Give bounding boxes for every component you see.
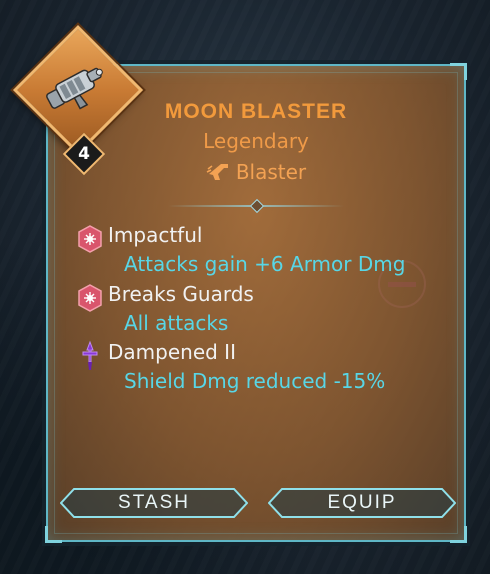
- stash-button[interactable]: STASH: [60, 488, 248, 518]
- perk-description: Attacks gain +6 Armor Dmg: [124, 252, 406, 276]
- item-type-row: Blaster: [46, 160, 466, 184]
- purple-dagger-icon: [82, 340, 98, 370]
- item-rarity: Legendary: [203, 129, 309, 153]
- hexagon-burst-icon: [78, 225, 102, 253]
- perk-name: Breaks Guards: [108, 282, 254, 306]
- perk-description: Shield Dmg reduced -15%: [124, 369, 386, 393]
- perk-description: All attacks: [124, 311, 229, 335]
- item-name: MOON BLASTER: [164, 100, 348, 123]
- blaster-type-icon: [206, 164, 228, 180]
- frame-corner: [450, 63, 467, 80]
- equip-button-label: EQUIP: [327, 492, 397, 513]
- stash-button-label: STASH: [118, 492, 190, 513]
- equip-button[interactable]: EQUIP: [268, 488, 456, 518]
- frame-corner: [450, 526, 467, 543]
- frame-corner: [45, 526, 62, 543]
- perk-name: Dampened II: [108, 340, 236, 364]
- item-type: Blaster: [235, 160, 307, 184]
- perk-name: Impactful: [108, 223, 203, 247]
- hexagon-burst-icon: [78, 284, 102, 312]
